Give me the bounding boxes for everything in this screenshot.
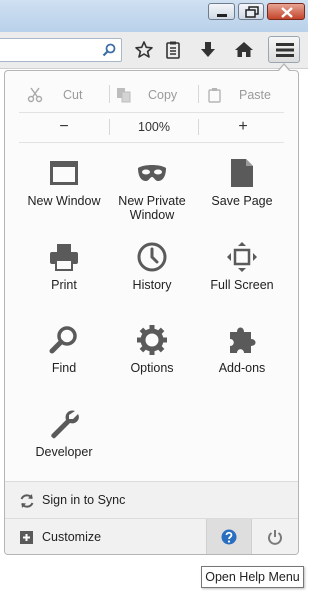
- bookmarks-menu-button[interactable]: [160, 38, 186, 62]
- print-label: Print: [51, 278, 77, 292]
- sign-in-sync-button[interactable]: Sign in to Sync: [5, 481, 298, 518]
- new-private-window-button[interactable]: New Private Window: [104, 151, 200, 231]
- puzzle-piece-icon: [230, 327, 256, 353]
- downloads-button[interactable]: [195, 38, 221, 62]
- fullscreen-arrows-icon: [227, 242, 257, 272]
- options-button[interactable]: Options: [104, 318, 200, 398]
- developer-button[interactable]: Developer: [16, 402, 112, 482]
- plus-square-icon: [20, 531, 33, 544]
- history-button[interactable]: History: [104, 235, 200, 315]
- clipboard-icon: [208, 88, 221, 103]
- save-page-label: Save Page: [211, 194, 273, 208]
- home-button[interactable]: [231, 38, 257, 62]
- close-window-button[interactable]: [267, 3, 305, 20]
- scissors-icon: [27, 87, 43, 103]
- new-private-window-label: New Private Window: [104, 194, 200, 222]
- copy-label: Copy: [148, 88, 178, 102]
- search-icon[interactable]: [101, 42, 117, 58]
- paste-label: Paste: [239, 88, 271, 102]
- zoom-in-button[interactable]: +: [199, 116, 287, 138]
- find-label: Find: [51, 361, 77, 375]
- developer-label: Developer: [35, 445, 93, 459]
- printer-icon: [50, 244, 78, 271]
- add-ons-label: Add-ons: [218, 361, 266, 375]
- bookmark-star-button[interactable]: [131, 38, 157, 62]
- copy-button[interactable]: Copy: [110, 79, 198, 111]
- copy-icon: [117, 88, 131, 103]
- panel-footer: Customize: [5, 518, 298, 554]
- save-page-button[interactable]: Save Page: [194, 151, 290, 231]
- zoom-reset-button[interactable]: 100%: [110, 116, 198, 138]
- customize-button[interactable]: Customize: [5, 519, 206, 554]
- hamburger-menu-icon: [276, 43, 294, 57]
- restore-button[interactable]: [238, 3, 264, 20]
- star-icon: [135, 41, 153, 58]
- zoom-controls: − 100% +: [5, 113, 298, 141]
- panel-arrow-fill: [278, 65, 290, 72]
- help-question-icon: [221, 529, 237, 545]
- find-button[interactable]: Find: [16, 318, 112, 398]
- cut-button[interactable]: Cut: [19, 79, 109, 111]
- paste-button[interactable]: Paste: [199, 79, 298, 111]
- wrench-icon: [51, 410, 79, 439]
- full-screen-button[interactable]: Full Screen: [194, 235, 290, 315]
- search-bar[interactable]: [0, 38, 122, 62]
- minimize-icon: [217, 14, 227, 17]
- clock-icon: [137, 242, 167, 272]
- new-window-button[interactable]: New Window: [16, 151, 112, 231]
- separator: [19, 142, 284, 143]
- options-label: Options: [130, 361, 174, 375]
- edit-controls: Cut Copy Paste: [5, 79, 298, 111]
- sign-in-sync-label: Sign in to Sync: [42, 493, 126, 507]
- mask-icon: [138, 165, 166, 181]
- new-private-window-line1: New Private: [118, 194, 186, 208]
- new-window-label: New Window: [27, 194, 101, 208]
- restore-icon: [245, 6, 259, 18]
- zoom-out-button[interactable]: −: [19, 116, 109, 138]
- main-menu-panel: Cut Copy Paste − 100% + New Window New P…: [4, 70, 299, 555]
- window-icon: [50, 161, 78, 185]
- window-titlebar: [0, 0, 308, 32]
- sync-icon: [20, 494, 34, 508]
- cut-label: Cut: [63, 88, 83, 102]
- print-button[interactable]: Print: [16, 235, 112, 315]
- close-icon: [281, 7, 293, 18]
- navigation-toolbar: [0, 32, 308, 69]
- home-icon: [235, 42, 253, 57]
- customize-label: Customize: [42, 530, 102, 544]
- new-private-window-line2: Window: [129, 208, 175, 222]
- power-icon: [268, 530, 282, 545]
- minimize-button[interactable]: [208, 3, 235, 20]
- gear-icon: [137, 325, 167, 355]
- add-ons-button[interactable]: Add-ons: [194, 318, 290, 398]
- quit-button[interactable]: [252, 519, 298, 554]
- help-tooltip: Open Help Menu: [201, 566, 304, 588]
- page-icon: [231, 159, 253, 187]
- history-label: History: [132, 278, 172, 292]
- open-menu-button[interactable]: [268, 36, 300, 63]
- full-screen-label: Full Screen: [210, 278, 274, 292]
- magnifier-icon: [49, 326, 77, 354]
- clipboard-list-icon: [166, 41, 180, 59]
- help-button[interactable]: [206, 519, 252, 554]
- download-arrow-icon: [201, 42, 215, 57]
